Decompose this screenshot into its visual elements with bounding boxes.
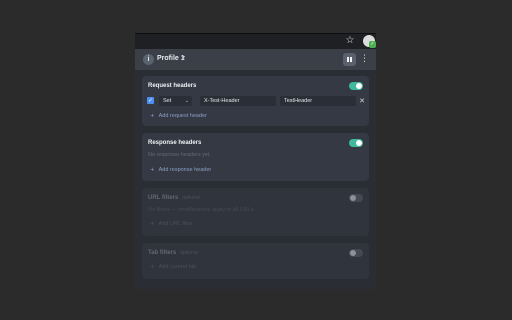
request-headers-title: Request headers <box>148 83 197 89</box>
add-response-header-button[interactable]: + Add response header <box>150 167 211 173</box>
operation-value: Set <box>163 98 172 104</box>
response-headers-empty-text: No response headers yet. <box>148 152 211 158</box>
request-header-row: ✓ Set ⌄ X-Test-Header TestHeader ✕ <box>147 96 366 106</box>
popup-header: i Profile 1 ▾ ⋮ <box>135 49 376 70</box>
more-menu-icon[interactable]: ⋮ <box>360 54 369 65</box>
header-name-input[interactable]: X-Test-Header <box>200 96 276 106</box>
url-filters-title: URL filters optional <box>148 195 200 201</box>
extension-active-badge: ✓ <box>369 41 376 48</box>
tab-filters-title: Tab filters optional <box>148 250 198 256</box>
url-filters-label: URL filters <box>148 195 179 201</box>
header-enabled-checkbox[interactable]: ✓ <box>147 97 154 104</box>
request-headers-card: Request headers ✓ Set ⌄ X-Test-Header Te… <box>142 76 369 126</box>
tab-filters-card: Tab filters optional + Add current tab <box>142 243 369 279</box>
operation-select[interactable]: Set ⌄ <box>159 96 192 106</box>
add-url-filter-button[interactable]: + Add URL filter <box>150 221 193 227</box>
tab-filters-subtitle: optional <box>180 250 198 256</box>
response-headers-title: Response headers <box>148 140 202 146</box>
plus-icon: + <box>150 264 155 270</box>
add-url-filter-label: Add URL filter <box>158 221 193 227</box>
add-current-tab-button[interactable]: + Add current tab <box>150 264 196 270</box>
add-request-header-label: Add request header <box>158 113 207 119</box>
url-filters-toggle[interactable] <box>349 194 363 202</box>
request-headers-toggle[interactable] <box>349 82 363 90</box>
browser-toolbar <box>135 33 376 50</box>
url-filters-card: URL filters optional No filters — modific… <box>142 188 369 236</box>
profile-avatar-icon[interactable]: i <box>143 54 154 65</box>
plus-icon: + <box>150 113 155 119</box>
url-filters-subtitle: optional <box>182 195 200 201</box>
extension-icon[interactable]: ✓ <box>363 35 376 48</box>
header-value-input[interactable]: TestHeader <box>280 96 356 106</box>
tab-filters-label: Tab filters <box>148 250 177 256</box>
plus-icon: + <box>150 221 155 227</box>
add-current-tab-label: Add current tab <box>158 264 197 270</box>
response-headers-card: Response headers No response headers yet… <box>142 133 369 181</box>
chevron-down-icon: ⌄ <box>184 98 189 104</box>
add-request-header-button[interactable]: + Add request header <box>150 113 207 119</box>
pause-button[interactable] <box>343 53 356 66</box>
bookmark-star-icon[interactable]: ☆ <box>345 36 355 46</box>
extension-popup: i Profile 1 ▾ ⋮ Request headers ✓ Set ⌄ … <box>135 49 376 289</box>
profile-selector[interactable]: Profile 1 <box>157 55 185 62</box>
tab-filters-toggle[interactable] <box>349 249 363 257</box>
response-headers-toggle[interactable] <box>349 139 363 147</box>
remove-header-icon[interactable]: ✕ <box>358 96 366 106</box>
plus-icon: + <box>150 167 155 173</box>
chevron-down-icon[interactable]: ▾ <box>182 54 185 61</box>
url-filters-empty-text: No filters — modifications apply to all … <box>148 207 255 213</box>
add-response-header-label: Add response header <box>158 167 212 173</box>
